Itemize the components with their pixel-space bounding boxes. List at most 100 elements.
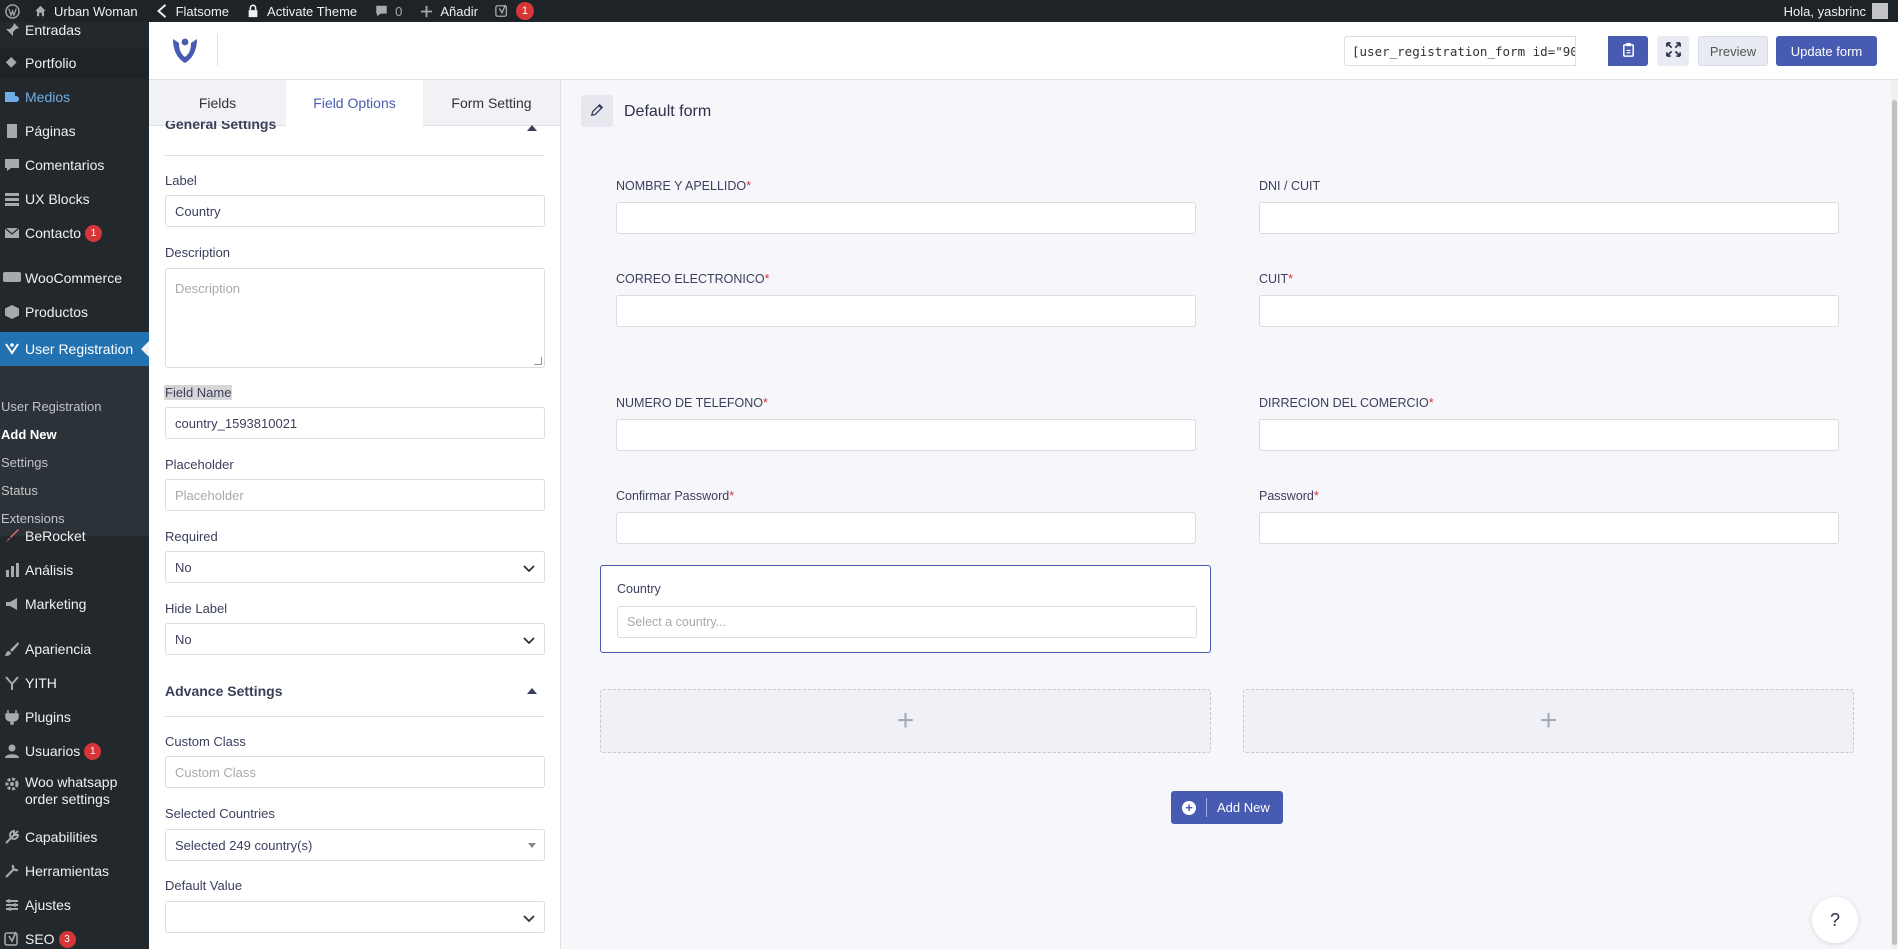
user-registration-submenu: User Registration Add New Settings Statu…	[0, 366, 149, 536]
required-title: Required	[165, 529, 218, 544]
field-input-telefono[interactable]	[616, 419, 1196, 451]
box-icon	[2, 302, 22, 322]
yoast-item[interactable]: 1	[486, 0, 542, 22]
field-input-cuit[interactable]	[1259, 295, 1839, 327]
contacto-badge: 1	[85, 224, 103, 242]
description-textarea[interactable]: Description	[165, 268, 545, 368]
sidebar-item-productos[interactable]: Productos	[0, 297, 149, 327]
add-new-item[interactable]: Añadir	[410, 0, 486, 22]
custom-class-input[interactable]: Custom Class	[165, 756, 545, 788]
submenu-user-registration[interactable]: User Registration	[1, 399, 101, 414]
sidebar-item-herramientas[interactable]: Herramientas	[0, 856, 149, 886]
plus-circle-icon: +	[1182, 800, 1196, 815]
plus-icon: +	[1539, 704, 1558, 737]
seo-badge: 3	[58, 930, 76, 948]
sidebar-item-user-registration[interactable]: User Registration	[0, 332, 149, 366]
hide-label-select[interactable]: No	[165, 623, 545, 655]
sidebar-item-usuarios[interactable]: Usuarios 1	[0, 736, 149, 766]
preview-button[interactable]: Preview	[1698, 36, 1768, 66]
sidebar-item-plugins[interactable]: Plugins	[0, 702, 149, 732]
usuarios-badge: 1	[84, 742, 102, 760]
site-name-item[interactable]: Urban Woman	[24, 0, 146, 22]
admin-sidebar: Entradas Portfolio Medios Páginas Coment…	[0, 22, 149, 949]
field-input-password[interactable]	[1259, 512, 1839, 544]
field-label-dni: DNI / CUIT	[1259, 179, 1321, 193]
default-value-select[interactable]	[165, 901, 545, 933]
sidebar-item-entradas[interactable]: Entradas	[0, 22, 149, 45]
placeholder-title: Placeholder	[165, 457, 234, 472]
update-form-button[interactable]: Update form	[1776, 36, 1877, 66]
field-input-dni[interactable]	[1259, 202, 1839, 234]
media-icon	[2, 87, 22, 107]
user-icon	[2, 741, 22, 761]
activate-theme-item[interactable]: Activate Theme	[237, 0, 365, 22]
sidebar-item-woo-whatsapp[interactable]: Woo whatsapp order settings	[0, 770, 149, 810]
sidebar-item-paginas[interactable]: Páginas	[0, 116, 149, 146]
selected-field-country[interactable]: Country Select a country...	[600, 565, 1211, 653]
field-name-input[interactable]: country_1593810021	[165, 407, 545, 439]
advance-settings-toggle[interactable]: Advance Settings	[165, 683, 545, 699]
field-input-direccion[interactable]	[1259, 419, 1839, 451]
sidebar-item-medios[interactable]: Medios	[0, 82, 149, 112]
fullscreen-button[interactable]	[1657, 36, 1689, 66]
selected-countries-title: Selected Countries	[165, 806, 275, 821]
my-account-item[interactable]: Hola, yasbrinc	[1784, 3, 1898, 19]
required-select[interactable]: No	[165, 551, 545, 583]
shortcode-field[interactable]: [user_registration_form id="904"]	[1344, 36, 1576, 66]
placeholder-input[interactable]: Placeholder	[165, 479, 545, 511]
user-registration-logo-icon	[170, 34, 200, 66]
submenu-status[interactable]: Status	[1, 483, 38, 498]
sidebar-item-apariencia[interactable]: Apariencia	[0, 634, 149, 664]
sidebar-item-ux-blocks[interactable]: UX Blocks	[0, 184, 149, 214]
sidebar-item-yith[interactable]: YITH	[0, 668, 149, 698]
sidebar-item-berocket[interactable]: BeRocket	[0, 521, 149, 551]
brush-icon	[2, 639, 22, 659]
comments-item[interactable]: 0	[365, 0, 410, 22]
lock-icon	[245, 3, 261, 19]
sidebar-item-marketing[interactable]: Marketing	[0, 589, 149, 619]
field-input-confirmar-password[interactable]	[616, 512, 1196, 544]
wp-logo-item[interactable]	[0, 0, 24, 22]
sidebar-item-woocommerce[interactable]: WooCommerce	[0, 263, 149, 293]
sidebar-item-capabilities[interactable]: Capabilities	[0, 822, 149, 852]
dropzone-right[interactable]: +	[1243, 689, 1854, 753]
submenu-add-new[interactable]: Add New	[1, 427, 57, 442]
general-settings-toggle[interactable]: General Settings	[165, 121, 545, 135]
gear-icon	[2, 774, 22, 794]
dropzone-left[interactable]: +	[600, 689, 1211, 753]
resize-handle[interactable]	[534, 357, 542, 365]
sidebar-item-analisis[interactable]: Análisis	[0, 555, 149, 585]
comment-icon	[2, 155, 22, 175]
sidebar-item-contacto[interactable]: Contacto 1	[0, 218, 149, 248]
home-icon	[32, 3, 48, 19]
tab-form-setting[interactable]: Form Setting	[423, 80, 560, 126]
form-title: Default form	[624, 103, 712, 120]
copy-shortcode-button[interactable]	[1608, 36, 1648, 66]
description-placeholder: Description	[175, 281, 241, 296]
edit-form-title-button[interactable]	[581, 95, 613, 127]
sidebar-item-seo[interactable]: SEO 3	[0, 924, 149, 949]
tab-field-options[interactable]: Field Options	[286, 80, 423, 126]
sidebar-item-portfolio[interactable]: Portfolio	[0, 48, 149, 78]
portfolio-icon	[2, 53, 22, 73]
label-input[interactable]: Country	[165, 195, 545, 227]
field-input-nombre[interactable]	[616, 202, 1196, 234]
theme-item[interactable]: Flatsome	[146, 0, 237, 22]
field-label-password: Password*	[1259, 489, 1319, 503]
sidebar-item-comentarios[interactable]: Comentarios	[0, 150, 149, 180]
field-label-nombre: NOMBRE Y APELLIDO*	[616, 179, 752, 193]
yith-icon	[2, 673, 22, 693]
sidebar-item-ajustes[interactable]: Ajustes	[0, 890, 149, 920]
field-input-correo[interactable]	[616, 295, 1196, 327]
selected-countries-select[interactable]: Selected 249 country(s)	[165, 829, 545, 861]
add-new-label: Añadir	[440, 3, 478, 19]
help-button[interactable]: ?	[1812, 897, 1858, 943]
greeting: Hola, yasbrinc	[1783, 3, 1866, 19]
field-label-country: Country	[617, 582, 661, 596]
yoast-badge: 1	[515, 2, 534, 20]
scrollbar-thumb[interactable]	[1892, 100, 1897, 945]
tab-fields[interactable]: Fields	[149, 80, 286, 126]
add-new-row-button[interactable]: + Add New	[1171, 791, 1283, 824]
country-select[interactable]: Select a country...	[617, 606, 1197, 638]
submenu-settings[interactable]: Settings	[1, 455, 48, 470]
